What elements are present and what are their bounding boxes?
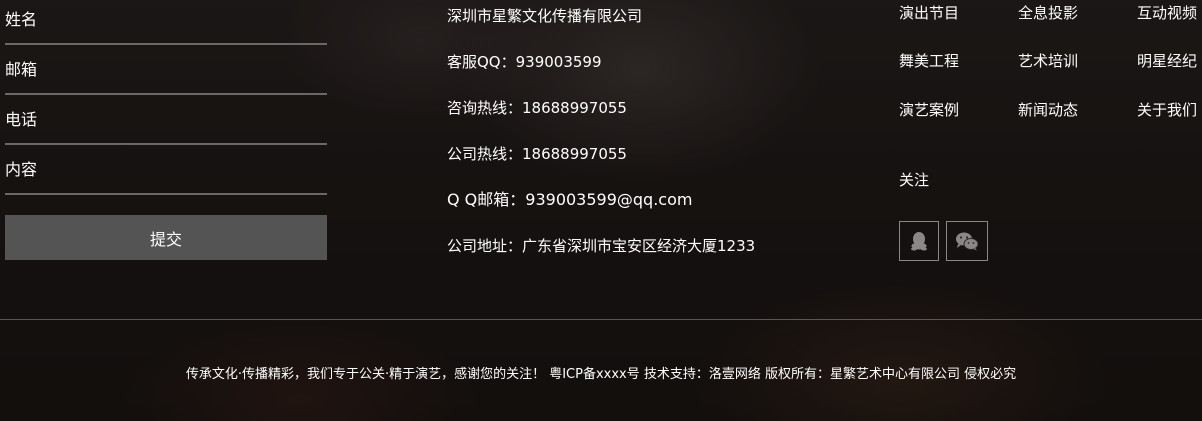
nav-link-art-training[interactable]: 艺术培训 xyxy=(1018,50,1078,72)
consult-hotline: 咨询热线：18688997055 xyxy=(447,99,627,117)
email-input[interactable] xyxy=(5,57,315,81)
email-field-row xyxy=(5,45,327,95)
follow-label: 关注 xyxy=(899,171,930,189)
content-field-row xyxy=(5,145,327,195)
wechat-follow-button[interactable] xyxy=(946,221,988,261)
nav-link-hologram[interactable]: 全息投影 xyxy=(1018,2,1078,24)
company-hotline: 公司热线：18688997055 xyxy=(447,145,627,163)
footer-section: 提交 深圳市星繁文化传播有限公司 客服QQ：939003599 咨询热线：186… xyxy=(0,0,1202,421)
nav-link-interactive-video[interactable]: 互动视频 xyxy=(1137,2,1197,24)
nav-link-celebrity-agency[interactable]: 明星经纪 xyxy=(1137,50,1197,72)
footer-divider xyxy=(0,319,1202,320)
nav-link-shows[interactable]: 演出节目 xyxy=(899,2,959,24)
nav-link-stage-engineering[interactable]: 舞美工程 xyxy=(899,50,959,72)
nav-link-about-us[interactable]: 关于我们 xyxy=(1137,99,1197,121)
name-field-row xyxy=(5,0,327,45)
phone-input[interactable] xyxy=(5,107,315,131)
nav-link-news[interactable]: 新闻动态 xyxy=(1018,99,1078,121)
qq-icon xyxy=(911,232,927,251)
qq-follow-button[interactable] xyxy=(899,221,939,261)
message-form: 提交 xyxy=(5,0,327,260)
phone-field-row xyxy=(5,95,327,145)
company-name: 深圳市星繁文化传播有限公司 xyxy=(447,7,643,25)
company-address: 公司地址：广东省深圳市宝安区经济大厦1233 xyxy=(447,237,756,255)
qq-email: Q Q邮箱：939003599@qq.com xyxy=(447,190,693,209)
wechat-icon xyxy=(956,232,979,251)
submit-button[interactable]: 提交 xyxy=(5,215,327,260)
nav-link-cases[interactable]: 演艺案例 xyxy=(899,99,959,121)
name-input[interactable] xyxy=(5,7,315,31)
content-input[interactable] xyxy=(5,157,315,181)
customer-service-qq: 客服QQ：939003599 xyxy=(447,53,602,71)
copyright-text: 传承文化·传播精彩，我们专于公关·精于演艺，感谢您的关注！ 粤ICP备xxxx号… xyxy=(185,367,1017,382)
